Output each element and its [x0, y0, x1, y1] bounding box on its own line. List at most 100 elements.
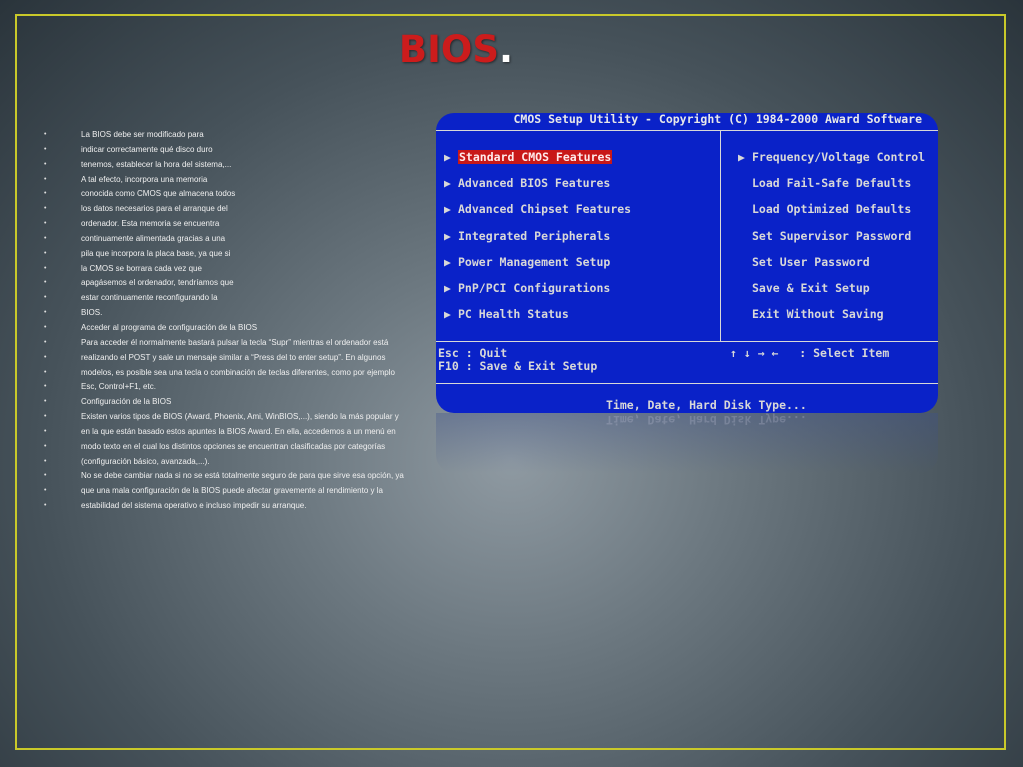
bios-menu-item[interactable]: ▶ Frequency/Voltage Control [738, 150, 925, 164]
bios-footer-f10: F10 : Save & Exit Setup [438, 359, 598, 373]
bullet-marker: • [44, 398, 47, 406]
bios-menu-item-label: Advanced Chipset Features [458, 202, 632, 217]
bullet-item: • A tal efecto, incorpora una memoria [44, 173, 444, 188]
bios-header: CMOS Setup Utility - Copyright (C) 1984-… [513, 113, 923, 126]
bullet-marker: • [44, 353, 47, 361]
bios-menu-item[interactable]: ▶ Advanced BIOS Features [444, 176, 610, 190]
bullet-item: • modelos, es posible sea una tecla o com… [44, 366, 444, 381]
triangle-right-icon: ▶ [444, 281, 451, 295]
bullet-item: • continuamente alimentada gracias a una [44, 232, 444, 247]
bullet-item: • tenemos, establecer la hora del sistema… [44, 158, 444, 173]
triangle-right-icon: ▶ [738, 150, 745, 164]
bullet-item: • los datos necesarios para el arranque d… [44, 202, 444, 217]
bios-divider-bottom [436, 383, 938, 384]
bios-menu-item[interactable]: ▶ Advanced Chipset Features [444, 202, 631, 216]
bios-menu-item-label: Load Optimized Defaults [752, 202, 912, 217]
bullet-marker: • [44, 205, 47, 213]
bullet-text: indicar correctamente qué disco duro [81, 144, 213, 154]
bios-menu-item[interactable]: ▶ Power Management Setup [444, 255, 610, 269]
bullet-marker: • [44, 234, 47, 242]
bullet-marker: • [44, 190, 47, 198]
bios-menu-item[interactable]: Exit Without Saving [738, 307, 884, 321]
bullet-text: estar continuamente reconfigurando la [81, 293, 218, 303]
triangle-right-icon: ▶ [444, 254, 451, 269]
bios-divider-top [436, 130, 938, 131]
bios-menu-item[interactable]: ▶ Integrated Peripherals [444, 229, 610, 243]
bullet-item: • pila que incorpora la placa base, ya qu… [44, 247, 444, 262]
bullet-item: • Esc, Control+F1, etc. [44, 380, 444, 395]
bullet-marker: • [44, 442, 47, 450]
bios-menu-item-label: Integrated Peripherals [458, 228, 611, 243]
bullet-item: • La BIOS debe ser modificado para [44, 128, 444, 143]
bullet-text: estabilidad del sistema operativo e incl… [81, 501, 307, 511]
bullet-marker: • [44, 323, 47, 331]
bullet-item: • No se debe cambiar nada si no se está t… [44, 469, 444, 484]
bullet-item: • Existen varios tipos de BIOS (Award, Ph… [44, 410, 444, 425]
bullet-item: • conocida como CMOS que almacena todos [44, 187, 444, 202]
bios-status: Time, Date, Hard Disk Type... [606, 398, 807, 412]
bullet-marker: • [44, 457, 47, 465]
bios-menu-item[interactable]: ▶ PnP/PCI Configurations [444, 281, 610, 295]
bios-reflection: Time, Date, Hard Disk Type... [436, 413, 938, 473]
bios-menu-item-label: PnP/PCI Configurations [458, 281, 611, 295]
bullet-text: (configuración básico, avanzada,...). [81, 456, 210, 466]
bullet-text: Para acceder él normalmente bastará puls… [81, 337, 389, 347]
bullet-item: • modo texto en el cual los distintos opc… [44, 440, 444, 455]
bios-footer-select: ↑ ↓ → ← : Select Item [730, 346, 890, 360]
title-text: BIOS [398, 28, 499, 71]
bullet-marker: • [44, 249, 47, 257]
bullet-item: • Para acceder él normalmente bastará pul… [44, 336, 444, 351]
bios-menu-item-label: Standard CMOS Features [458, 150, 613, 164]
bios-menu-item-label: Set User Password [752, 254, 870, 269]
bullet-text: BIOS. [81, 308, 103, 318]
bullet-text: modelos, es posible sea una tecla o comb… [81, 367, 395, 377]
bullet-text: Configuración de la BIOS [81, 397, 172, 407]
bullet-text: apagásemos el ordenador, tendríamos que [81, 278, 234, 288]
triangle-right-icon: ▶ [444, 228, 451, 243]
bios-menu-item-label: Load Fail-Safe Defaults [752, 176, 912, 191]
bios-screenshot: CMOS Setup Utility - Copyright (C) 1984-… [436, 113, 938, 413]
bullet-item: • Configuración de la BIOS [44, 395, 444, 410]
bullet-text: A tal efecto, incorpora una memoria [81, 174, 208, 184]
bullet-text: tenemos, establecer la hora del sistema,… [81, 159, 232, 169]
bios-menu-item[interactable]: ▶ PC Health Status [444, 307, 569, 321]
bios-menu-item[interactable]: Load Optimized Defaults [738, 202, 911, 216]
bios-menu-item-label: Advanced BIOS Features [458, 176, 611, 191]
bullet-text: No se debe cambiar nada si no se está to… [81, 471, 404, 481]
bullet-marker: • [44, 413, 47, 421]
bios-menu-item[interactable]: ▶ Standard CMOS Features [444, 150, 613, 164]
bios-menu-item-label: Save & Exit Setup [752, 281, 870, 295]
bullet-text: modo texto en el cual los distintos opci… [81, 441, 386, 451]
bullet-marker: • [44, 294, 47, 302]
bullet-marker: • [44, 220, 47, 228]
bullet-text: pila que incorpora la placa base, ya que… [81, 248, 231, 258]
bullet-item: • estar continuamente reconfigurando la [44, 291, 444, 306]
bullet-text: realizando el POST y sale un mensaje sim… [81, 352, 386, 362]
bullet-marker: • [44, 502, 47, 510]
bios-menu-item[interactable]: Save & Exit Setup [738, 281, 870, 295]
bullet-item: • realizando el POST y sale un mensaje si… [44, 351, 444, 366]
bullet-text: la CMOS se borrara cada vez que [81, 263, 202, 273]
bios-menu-item-label: PC Health Status [458, 307, 569, 322]
bullet-item: • apagásemos el ordenador, tendríamos que [44, 276, 444, 291]
bios-menu-item[interactable]: Load Fail-Safe Defaults [738, 176, 911, 190]
bullet-marker: • [44, 427, 47, 435]
triangle-right-icon: ▶ [444, 176, 451, 191]
bullet-marker: • [44, 131, 47, 138]
bios-menu-item-label: Exit Without Saving [752, 307, 884, 322]
bullet-text: que una mala configuración de la BIOS pu… [81, 486, 383, 496]
bullet-marker: • [44, 487, 47, 495]
reflection-text: Time, Date, Hard Disk Type... [606, 413, 807, 427]
bios-menu-item[interactable]: Set Supervisor Password [738, 229, 911, 243]
bullet-item: • la CMOS se borrara cada vez que [44, 262, 444, 277]
bullet-item: • ordenador. Esta memoria se encuentra [44, 217, 444, 232]
bullet-text: conocida como CMOS que almacena todos [81, 189, 236, 199]
bullet-marker: • [44, 145, 47, 153]
bullet-text: ordenador. Esta memoria se encuentra [81, 219, 220, 229]
bios-menu-item-label: Set Supervisor Password [752, 228, 912, 243]
triangle-right-icon: ▶ [444, 202, 451, 217]
bios-menu-item-label: Power Management Setup [458, 254, 611, 269]
bullet-marker: • [44, 160, 47, 168]
bios-menu-item[interactable]: Set User Password [738, 255, 870, 269]
bullet-marker: • [44, 383, 47, 391]
